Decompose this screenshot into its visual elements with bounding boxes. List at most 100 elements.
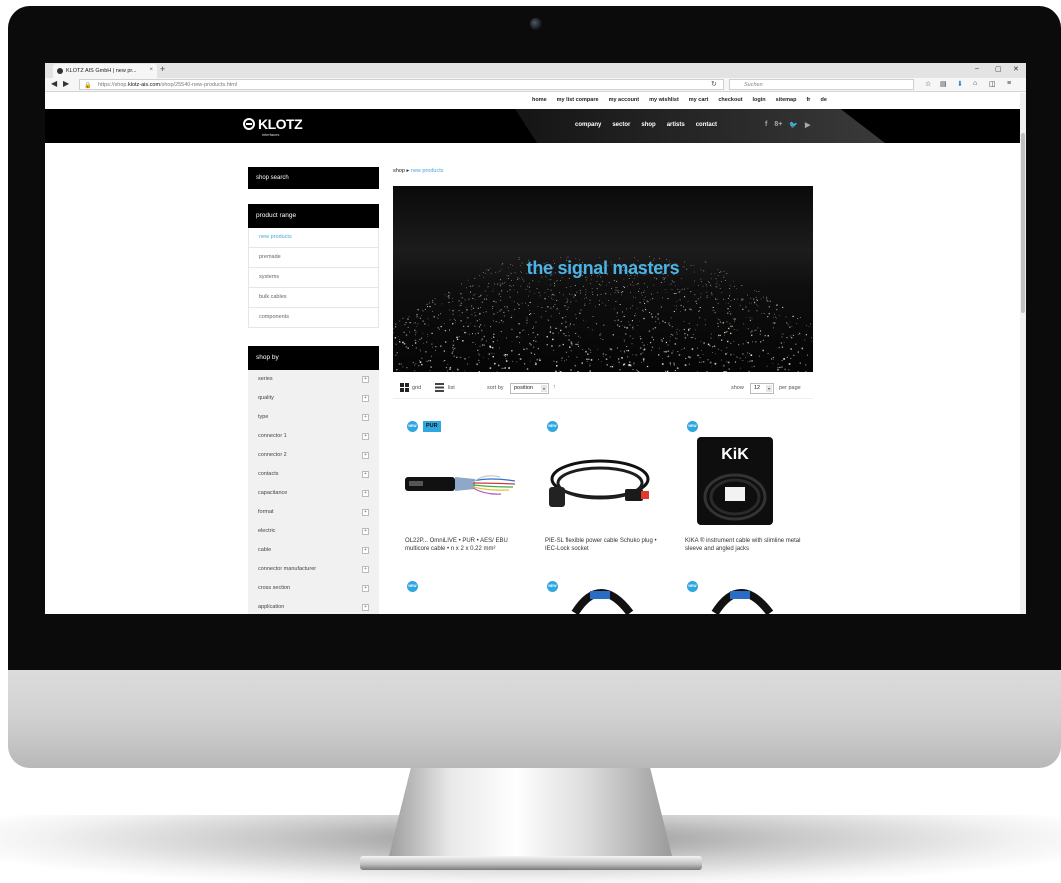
new-badge: NEW bbox=[547, 421, 558, 432]
top-link[interactable]: my list compare bbox=[557, 97, 599, 103]
top-link[interactable]: checkout bbox=[718, 97, 742, 103]
sort-direction-icon[interactable]: ↑ bbox=[553, 384, 556, 390]
facebook-icon[interactable]: f bbox=[765, 121, 767, 129]
grid-view-label[interactable]: grid bbox=[412, 385, 421, 391]
range-item[interactable]: premade bbox=[248, 248, 379, 268]
product-name[interactable]: PIE-SL flexible power cable Schuko plug … bbox=[545, 538, 661, 553]
expand-icon[interactable]: + bbox=[362, 452, 369, 459]
filter-item[interactable]: quality + bbox=[248, 389, 379, 408]
forward-icon[interactable]: ▶ bbox=[63, 79, 69, 88]
filter-item[interactable]: type + bbox=[248, 408, 379, 427]
expand-icon[interactable]: + bbox=[362, 395, 369, 402]
nav-item-company[interactable]: company bbox=[575, 122, 601, 128]
expand-icon[interactable]: + bbox=[362, 585, 369, 592]
logo-subtitle: interfaces bbox=[262, 132, 280, 137]
top-link[interactable]: home bbox=[532, 97, 547, 103]
sort-select[interactable]: position ▾ bbox=[510, 383, 549, 394]
breadcrumb-current: new products bbox=[410, 168, 444, 174]
filter-item[interactable]: connector 1 + bbox=[248, 427, 379, 446]
top-link[interactable]: login bbox=[753, 97, 766, 103]
expand-icon[interactable]: + bbox=[362, 566, 369, 573]
site-logo[interactable]: KLOTZ bbox=[243, 116, 303, 132]
range-item[interactable]: new products bbox=[248, 228, 379, 248]
youtube-icon[interactable]: ▶ bbox=[805, 121, 810, 129]
product-name[interactable]: KIKA ® instrument cable with slimline me… bbox=[685, 538, 801, 553]
filter-item[interactable]: electric + bbox=[248, 522, 379, 541]
filter-item[interactable]: cross section + bbox=[248, 579, 379, 598]
url-bar[interactable]: 🔒 https://shop.klotz-ais.com/shop/25540-… bbox=[79, 79, 724, 90]
nav-item-sector[interactable]: sector bbox=[612, 122, 630, 128]
download-icon[interactable]: ⬇ bbox=[957, 80, 963, 88]
list-view-label[interactable]: list bbox=[448, 385, 455, 391]
browser-nav-bar: ◀ ▶ 🔒 https://shop.klotz-ais.com/shop/25… bbox=[45, 78, 1026, 92]
filter-item[interactable]: application + bbox=[248, 598, 379, 614]
nav-item-artists[interactable]: artists bbox=[667, 122, 685, 128]
grid-view-icon[interactable] bbox=[400, 383, 409, 392]
tab-close-icon[interactable]: × bbox=[149, 67, 153, 73]
nav-item-contact[interactable]: contact bbox=[696, 122, 717, 128]
scroll-thumb[interactable] bbox=[1021, 133, 1025, 313]
home-icon[interactable]: ⌂ bbox=[973, 80, 977, 87]
top-links: home my list compare my account my wishlist… bbox=[532, 97, 827, 103]
filter-item[interactable]: capacitance + bbox=[248, 484, 379, 503]
product-card[interactable]: NEW PUR OL22P... OmniLIVE • PUR • AES/ E… bbox=[393, 413, 523, 563]
browser-tab[interactable]: KLOTZ AIS GmbH | new pr... × bbox=[53, 64, 157, 78]
product-card[interactable]: NEW KiK KIKA ® instrument cable with sli… bbox=[673, 413, 803, 563]
product-toolbar: grid list sort by position ▾ ↑ show 12 ▾… bbox=[393, 379, 813, 399]
tab-title: KLOTZ AIS GmbH | new pr... bbox=[66, 68, 137, 74]
top-link[interactable]: de bbox=[820, 97, 826, 103]
product-card[interactable]: NEW PIE-SL flexible power cable Schuko p… bbox=[533, 413, 663, 563]
top-link[interactable]: sitemap bbox=[776, 97, 797, 103]
expand-icon[interactable]: + bbox=[362, 528, 369, 535]
expand-icon[interactable]: + bbox=[362, 414, 369, 421]
filter-item[interactable]: cable + bbox=[248, 541, 379, 560]
filter-item[interactable]: series + bbox=[248, 370, 379, 389]
expand-icon[interactable]: + bbox=[362, 490, 369, 497]
list-view-icon[interactable] bbox=[435, 383, 444, 392]
browser-search-input[interactable]: Suchen bbox=[729, 79, 914, 90]
back-icon[interactable]: ◀ bbox=[51, 79, 57, 88]
maximize-button[interactable]: ▢ bbox=[995, 65, 1002, 73]
screen: KLOTZ AIS GmbH | new pr... × + – ▢ ✕ ◀ ▶… bbox=[45, 63, 1026, 614]
reload-icon[interactable]: ↻ bbox=[711, 80, 717, 88]
expand-icon[interactable]: + bbox=[362, 471, 369, 478]
filter-item[interactable]: contacts + bbox=[248, 465, 379, 484]
product-name[interactable]: OL22P... OmniLIVE • PUR • AES/ EBU multi… bbox=[405, 538, 521, 553]
close-window-button[interactable]: ✕ bbox=[1013, 65, 1019, 73]
top-link[interactable]: fr bbox=[806, 97, 810, 103]
product-card[interactable]: NEW bbox=[533, 573, 663, 614]
top-link[interactable]: my cart bbox=[689, 97, 709, 103]
expand-icon[interactable]: + bbox=[362, 547, 369, 554]
breadcrumb-root[interactable]: shop bbox=[393, 168, 405, 174]
twitter-icon[interactable]: 🐦 bbox=[789, 121, 798, 129]
page-scrollbar[interactable] bbox=[1020, 93, 1026, 614]
filter-label: cross section bbox=[258, 585, 291, 591]
range-item[interactable]: systems bbox=[248, 268, 379, 288]
filter-item[interactable]: connector manufacturer + bbox=[248, 560, 379, 579]
expand-icon[interactable]: + bbox=[362, 433, 369, 440]
bookmark-star-icon[interactable]: ☆ bbox=[925, 80, 931, 88]
sort-label: sort by bbox=[487, 385, 504, 391]
expand-icon[interactable]: + bbox=[362, 604, 369, 611]
per-page-select[interactable]: 12 ▾ bbox=[750, 383, 774, 394]
range-item[interactable]: components bbox=[248, 308, 379, 328]
reading-list-icon[interactable]: ▤ bbox=[940, 80, 947, 88]
product-card[interactable]: NEW bbox=[673, 573, 803, 614]
product-card[interactable]: NEW bbox=[393, 573, 523, 614]
expand-icon[interactable]: + bbox=[362, 376, 369, 383]
range-item[interactable]: bulk cables bbox=[248, 288, 379, 308]
menu-icon[interactable]: ≡ bbox=[1007, 80, 1011, 87]
filter-item[interactable]: connector 2 + bbox=[248, 446, 379, 465]
shop-search-header[interactable]: shop search bbox=[248, 167, 379, 189]
nav-item-shop[interactable]: shop bbox=[641, 122, 655, 128]
shop-by-header: shop by bbox=[248, 346, 379, 370]
pocket-icon[interactable]: ◫ bbox=[989, 80, 996, 88]
google-plus-icon[interactable]: 8+ bbox=[774, 121, 782, 129]
minimize-button[interactable]: – bbox=[975, 65, 979, 72]
filter-item[interactable]: format + bbox=[248, 503, 379, 522]
top-link[interactable]: my wishlist bbox=[649, 97, 679, 103]
expand-icon[interactable]: + bbox=[362, 509, 369, 516]
new-tab-button[interactable]: + bbox=[160, 64, 165, 74]
url-domain: klotz-ais.com bbox=[127, 82, 161, 88]
top-link[interactable]: my account bbox=[609, 97, 640, 103]
